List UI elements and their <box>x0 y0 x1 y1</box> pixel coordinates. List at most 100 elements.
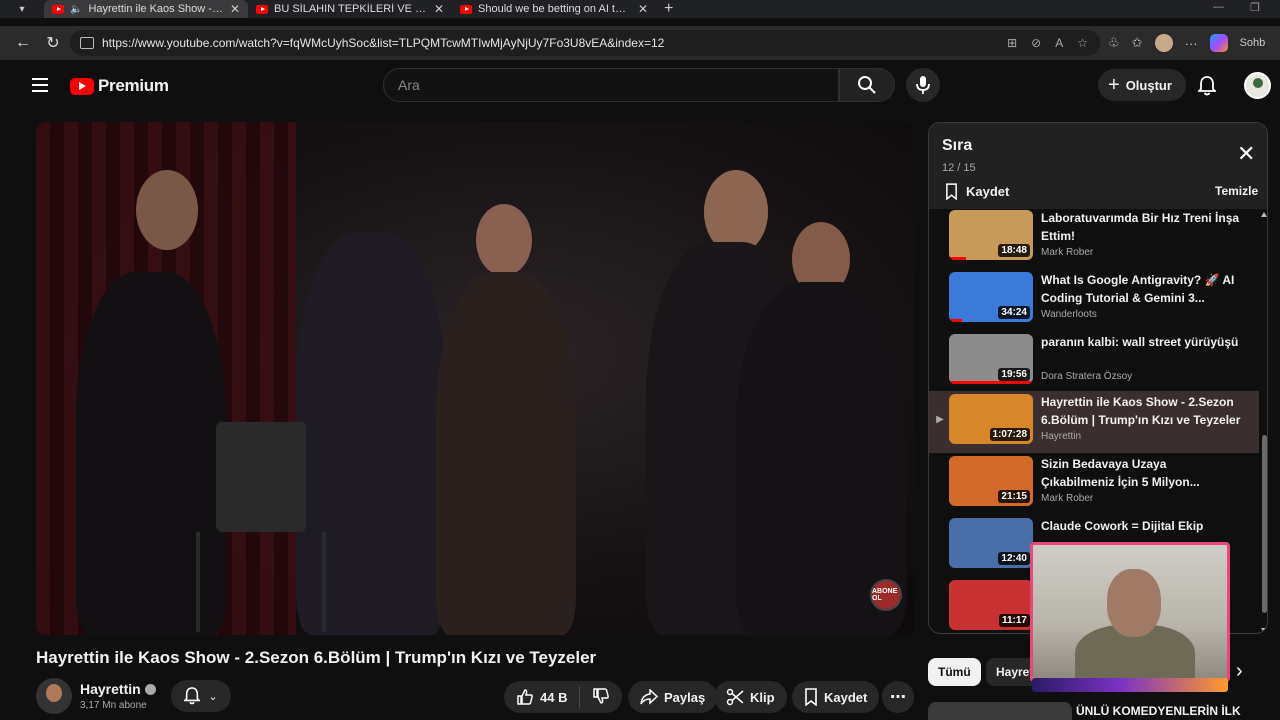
video-thumbnail[interactable]: 11:17 <box>949 580 1033 630</box>
bookmark-icon <box>805 688 817 706</box>
dislike-button[interactable] <box>592 687 610 708</box>
new-tab-plus-icon[interactable]: + <box>664 0 673 18</box>
video-thumbnail[interactable]: 19:56 <box>949 334 1033 384</box>
youtube-favicon-icon <box>460 4 472 14</box>
playlist-save-button[interactable]: Kaydet <box>945 183 1009 200</box>
browser-tab-3[interactable]: Should we be betting on AI to fix ✕ <box>452 0 656 18</box>
profile-avatar-icon[interactable] <box>1154 34 1173 52</box>
scrollbar-thumb[interactable] <box>1262 435 1267 613</box>
playlist-item-title: Sizin Bedavaya Uzaya Çıkabilmeniz İçin 5… <box>1041 457 1200 489</box>
playlist-item-channel: Dora Stratera Özsoy <box>1041 371 1133 382</box>
video-actions-row: Hayrettin 3,17 Mn abone ⌄ 44 B Paylaş Kl… <box>36 678 916 718</box>
playlist-item-channel: Wanderloots <box>1041 309 1097 320</box>
site-info-icon[interactable] <box>80 37 94 49</box>
watch-progress-bar <box>949 257 966 260</box>
recommendation-thumbnail[interactable] <box>928 702 1072 720</box>
like-dislike-group: 44 B <box>504 681 623 713</box>
scroll-up-arrow-icon[interactable] <box>1261 212 1267 217</box>
more-options-icon[interactable]: ··· <box>1185 36 1198 51</box>
chevron-down-icon: ⌄ <box>208 690 218 703</box>
youtube-play-logo-icon <box>70 77 94 95</box>
playlist-item[interactable]: 34:24 What Is Google Antigravity? 🚀 AI C… <box>929 269 1259 331</box>
duration-badge: 12:40 <box>998 552 1030 565</box>
now-playing-icon: ▶ <box>936 414 944 425</box>
tab-close-icon[interactable]: ✕ <box>434 2 444 16</box>
more-actions-icon[interactable]: ⋯ <box>882 681 914 713</box>
scroll-down-arrow-icon[interactable] <box>1261 628 1267 633</box>
audio-playing-icon[interactable]: 🔈 <box>70 4 82 15</box>
share-button[interactable]: Paylaş <box>628 681 718 713</box>
playlist-item-current[interactable]: ▶ 1:07:28 Hayrettin ile Kaos Show - 2.Se… <box>929 391 1259 453</box>
video-player[interactable]: ABONE OL <box>36 122 914 635</box>
channel-avatar[interactable] <box>36 678 72 714</box>
tab-close-icon[interactable]: ✕ <box>230 2 240 16</box>
video-thumbnail[interactable]: 12:40 <box>949 518 1033 568</box>
app-available-icon[interactable]: ⊞ <box>1007 36 1017 50</box>
subscriber-count: 3,17 Mn abone <box>80 700 147 711</box>
playlist-item[interactable]: 18:48 Laboratuvarımda Bir Hız Treni İnşa… <box>929 207 1259 269</box>
search-button[interactable] <box>839 68 895 102</box>
tab-title: BU SİLAHIN TEPKİLERİ VE HASARI <box>274 3 428 15</box>
brand-label: Premium <box>98 76 169 95</box>
youtube-logo[interactable]: Premium <box>70 76 169 96</box>
browser-tab-1[interactable]: 🔈 Hayrettin ile Kaos Show - 2.Sezon 6.Bö… <box>44 0 248 18</box>
video-thumbnail[interactable]: 18:48 <box>949 210 1033 260</box>
favorite-star-icon[interactable]: ☆ <box>1077 36 1088 50</box>
playlist-item-title: What Is Google Antigravity? 🚀 AI Coding … <box>1041 273 1235 305</box>
extensions-icon[interactable]: ♧ <box>1108 35 1120 51</box>
tab-close-icon[interactable]: ✕ <box>638 2 648 16</box>
browser-extensions: ♧ ✩ ··· Sohb <box>1108 26 1265 60</box>
close-icon[interactable]: ✕ <box>1237 143 1255 165</box>
playlist-item[interactable]: 19:56 paranın kalbi: wall street yürüyüş… <box>929 331 1259 393</box>
chip-all[interactable]: Tümü <box>928 658 981 686</box>
like-button[interactable]: 44 B <box>516 688 567 706</box>
search-input[interactable]: Ara <box>383 68 839 102</box>
clip-label: Klip <box>750 689 775 705</box>
voice-search-button[interactable] <box>906 68 940 102</box>
tab-list-chevron-icon[interactable]: ▾ <box>0 4 44 15</box>
playlist-title: Sıra <box>942 137 973 154</box>
duration-badge: 19:56 <box>998 368 1030 381</box>
reload-icon[interactable]: ↻ <box>38 33 68 53</box>
recommendation-title[interactable]: ÜNLÜ KOMEDYENLERİN İLK <box>1076 704 1241 718</box>
subscribed-notifications-button[interactable]: ⌄ <box>171 680 231 712</box>
notifications-bell-icon[interactable] <box>1196 76 1218 101</box>
clip-button[interactable]: Klip <box>714 681 787 713</box>
playlist-item-title: Hayrettin ile Kaos Show - 2.Sezon 6.Bölü… <box>1041 395 1241 427</box>
video-thumbnail[interactable]: 1:07:28 <box>949 394 1033 444</box>
playlist-scrollbar[interactable] <box>1260 212 1267 633</box>
tracking-prevention-icon[interactable]: ⊘ <box>1031 36 1041 50</box>
create-button[interactable]: + Oluştur <box>1098 69 1186 101</box>
chevron-right-icon[interactable]: › <box>1236 660 1243 683</box>
browser-tab-2[interactable]: BU SİLAHIN TEPKİLERİ VE HASARI ✕ <box>248 0 452 18</box>
search-placeholder: Ara <box>398 77 420 93</box>
account-avatar[interactable] <box>1244 72 1271 99</box>
save-label: Kaydet <box>824 689 868 705</box>
guide-menu-icon[interactable] <box>32 78 48 92</box>
playlist-item-channel: Mark Rober <box>1041 247 1094 258</box>
favorites-icon[interactable]: ✩ <box>1132 35 1143 51</box>
watch-progress-bar <box>949 381 1033 384</box>
video-thumbnail[interactable]: 21:15 <box>949 456 1033 506</box>
minimize-icon[interactable]: — <box>1213 1 1224 14</box>
copilot-label[interactable]: Sohb <box>1240 37 1266 49</box>
video-thumbnail[interactable]: 34:24 <box>949 272 1033 322</box>
playlist-item[interactable]: 21:15 Sizin Bedavaya Uzaya Çıkabilmeniz … <box>929 453 1259 515</box>
back-arrow-icon[interactable]: ← <box>8 34 38 52</box>
subscribe-watermark[interactable]: ABONE OL <box>870 579 902 611</box>
read-aloud-icon[interactable]: A <box>1055 36 1063 50</box>
video-figure-head <box>136 170 198 250</box>
microphone-icon <box>916 76 930 94</box>
channel-name[interactable]: Hayrettin <box>80 681 156 697</box>
playlist-item-channel: Mark Rober <box>1041 493 1094 504</box>
playlist-clear-button[interactable]: Temizle <box>1215 184 1258 198</box>
like-count: 44 B <box>540 689 568 705</box>
maximize-icon[interactable]: ❐ <box>1250 1 1260 14</box>
copilot-icon[interactable] <box>1209 34 1228 52</box>
thumbs-down-icon <box>593 687 610 704</box>
save-button[interactable]: Kaydet <box>792 681 880 713</box>
tab-title: Hayrettin ile Kaos Show - 2.Sezon 6.Bölü… <box>88 3 224 15</box>
address-bar[interactable]: https://www.youtube.com/watch?v=fqWMcUyh… <box>70 30 1100 56</box>
video-figure <box>436 272 576 635</box>
share-arrow-icon <box>640 689 658 705</box>
